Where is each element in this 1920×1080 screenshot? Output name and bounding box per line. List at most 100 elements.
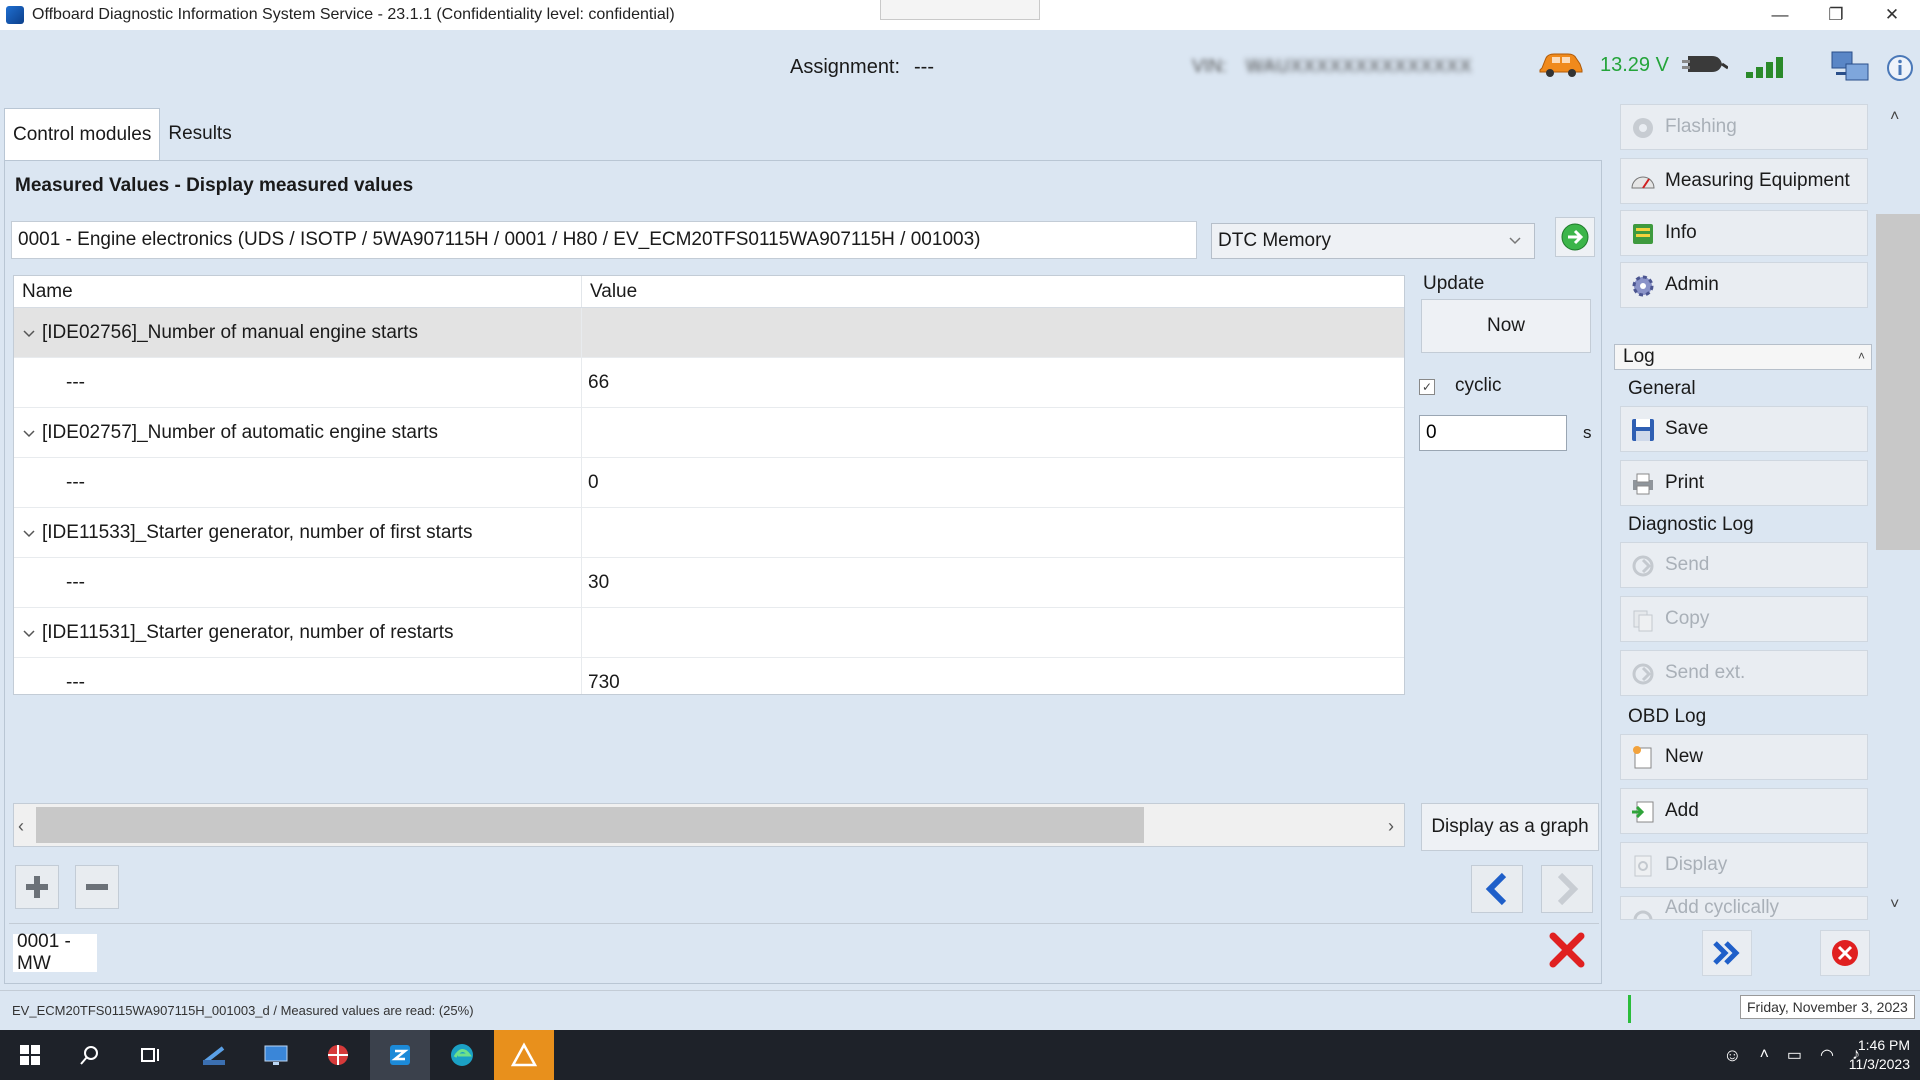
clock-date: 11/3/2023	[1848, 1056, 1910, 1072]
close-window-button[interactable]: ✕	[1864, 0, 1920, 30]
side-scrollbar-thumb[interactable]	[1876, 214, 1920, 550]
send-ext-icon	[1632, 663, 1654, 685]
interval-input[interactable]	[1419, 415, 1567, 451]
add-log-button[interactable]: Add	[1620, 788, 1868, 834]
table-row[interactable]: --- 66	[14, 358, 1404, 408]
taskbar-clock[interactable]: 1:46 PM 11/3/2023	[1849, 1036, 1910, 1074]
start-button[interactable]	[0, 1030, 60, 1080]
taskbar-alert-app[interactable]	[494, 1030, 554, 1080]
table-row-group[interactable]: [IDE11533]_Starter generator, number of …	[14, 508, 1404, 558]
print-button[interactable]: Print	[1620, 460, 1868, 506]
measured-value: 730	[588, 671, 620, 693]
wifi-icon[interactable]: ◠	[1820, 1045, 1834, 1065]
copy-button[interactable]: Copy	[1620, 596, 1868, 642]
log-header[interactable]: Log ˄	[1614, 344, 1872, 370]
table-row[interactable]: --- 30	[14, 558, 1404, 608]
flashing-button[interactable]: Flashing	[1620, 104, 1868, 150]
gauge-icon	[1631, 176, 1655, 189]
chevron-down-icon[interactable]	[22, 526, 36, 540]
admin-button[interactable]: Admin	[1620, 262, 1868, 308]
new-log-button[interactable]: New	[1620, 734, 1868, 780]
assignment-value: ---	[914, 56, 934, 78]
taskbar-edge[interactable]	[432, 1030, 492, 1080]
tab-results[interactable]: Results	[160, 108, 239, 160]
side-footer	[1606, 922, 1920, 984]
drag-grip[interactable]	[880, 0, 1040, 20]
help-icon[interactable]	[1886, 54, 1914, 82]
display-graph-button[interactable]: Display as a graph	[1421, 803, 1599, 851]
scrollbar-thumb[interactable]	[36, 807, 1144, 843]
add-cyclically-button[interactable]: Add cyclically	[1620, 896, 1868, 920]
table-row[interactable]: --- 730	[14, 658, 1404, 694]
interval-unit: s	[1583, 423, 1592, 442]
taskbar-app-2[interactable]	[246, 1030, 306, 1080]
update-now-button[interactable]: Now	[1421, 299, 1591, 353]
go-button[interactable]	[1555, 217, 1595, 257]
back-button[interactable]	[1471, 865, 1523, 913]
app-icon	[6, 6, 24, 24]
taskbar-app-1[interactable]	[184, 1030, 244, 1080]
module-path: 0001 - Engine electronics (UDS / ISOTP /…	[11, 221, 1197, 259]
horizontal-scrollbar[interactable]: ‹ ›	[13, 803, 1405, 847]
scroll-down-icon[interactable]: ˅	[1890, 896, 1899, 914]
restore-button[interactable]: ❐	[1808, 0, 1864, 30]
fast-forward-button[interactable]	[1702, 930, 1752, 976]
side-vertical-scrollbar[interactable]: ˄ ˅	[1876, 104, 1920, 922]
function-dropdown-value: DTC Memory	[1218, 230, 1331, 251]
double-chevron-right-icon	[1713, 941, 1740, 965]
assignment-label: Assignment:	[790, 56, 901, 78]
odis-icon	[390, 1045, 410, 1065]
taskbar: ☺ ˄ ▭ ◠ ♪ 1:46 PM 11/3/2023	[0, 1030, 1920, 1080]
remove-value-button[interactable]	[75, 865, 119, 909]
measured-value-name: [IDE11531]_Starter generator, number of …	[42, 621, 454, 643]
tab-control-modules[interactable]: Control modules	[4, 108, 161, 160]
network-icon	[1831, 51, 1869, 81]
display-log-button[interactable]: Display	[1620, 842, 1868, 888]
person-icon[interactable]: ☺	[1723, 1045, 1741, 1066]
taskbar-odis[interactable]	[370, 1030, 430, 1080]
vin-value: WAUXXXXXXXXXXXXXX	[1246, 56, 1473, 76]
scroll-right-icon[interactable]: ›	[1388, 816, 1394, 837]
forward-button[interactable]	[1541, 865, 1593, 913]
status-text: EV_ECM20TFS0115WA907115H_001003_d / Meas…	[12, 1003, 474, 1018]
measuring-equipment-button[interactable]: Measuring Equipment	[1620, 158, 1868, 204]
send-icon	[1632, 555, 1654, 577]
task-view-button[interactable]	[120, 1030, 180, 1080]
vci-plug-icon	[1682, 56, 1728, 72]
table-row[interactable]: --- 0	[14, 458, 1404, 508]
taskbar-app-3[interactable]	[308, 1030, 368, 1080]
table-row-group[interactable]: [IDE11531]_Starter generator, number of …	[14, 608, 1404, 658]
add-value-button[interactable]	[15, 865, 59, 909]
function-dropdown[interactable]: DTC Memory	[1211, 223, 1535, 259]
battery-icon[interactable]: ▭	[1787, 1045, 1802, 1065]
column-header-name[interactable]: Name	[14, 276, 582, 307]
minus-icon	[86, 884, 108, 890]
diagnostic-log-label: Diagnostic Log	[1628, 514, 1754, 535]
signal-strength-icon	[1746, 54, 1790, 78]
search-button[interactable]	[60, 1030, 120, 1080]
chevron-down-icon[interactable]	[22, 626, 36, 640]
scroll-left-icon[interactable]: ‹	[18, 816, 24, 837]
chevron-down-icon[interactable]	[22, 426, 36, 440]
chevron-up-icon[interactable]: ˄	[1760, 1046, 1769, 1064]
column-header-value[interactable]: Value	[582, 276, 1404, 307]
send-ext-button[interactable]: Send ext.	[1620, 650, 1868, 696]
table-row-group[interactable]: [IDE02756]_Number of manual engine start…	[14, 308, 1404, 358]
info-button[interactable]: Info	[1620, 210, 1868, 256]
module-label: 0001 - MW	[13, 931, 97, 974]
update-label: Update	[1423, 273, 1485, 294]
scroll-up-icon[interactable]: ˄	[1890, 108, 1899, 126]
chevron-right-icon	[1557, 872, 1579, 906]
cyclic-checkbox[interactable]: ✓	[1419, 379, 1435, 395]
send-button[interactable]: Send	[1620, 542, 1868, 588]
cancel-icon[interactable]	[1547, 930, 1587, 970]
add-cyclically-icon	[1633, 910, 1653, 919]
table-row-group[interactable]: [IDE02757]_Number of automatic engine st…	[14, 408, 1404, 458]
save-button[interactable]: Save	[1620, 406, 1868, 452]
exit-button[interactable]	[1820, 930, 1870, 976]
chevron-down-icon[interactable]	[22, 326, 36, 340]
collapse-icon[interactable]: ˄	[1858, 349, 1865, 363]
car-icon	[1539, 53, 1583, 77]
info-book-icon	[1633, 224, 1653, 244]
minimize-button[interactable]: —	[1752, 0, 1808, 30]
